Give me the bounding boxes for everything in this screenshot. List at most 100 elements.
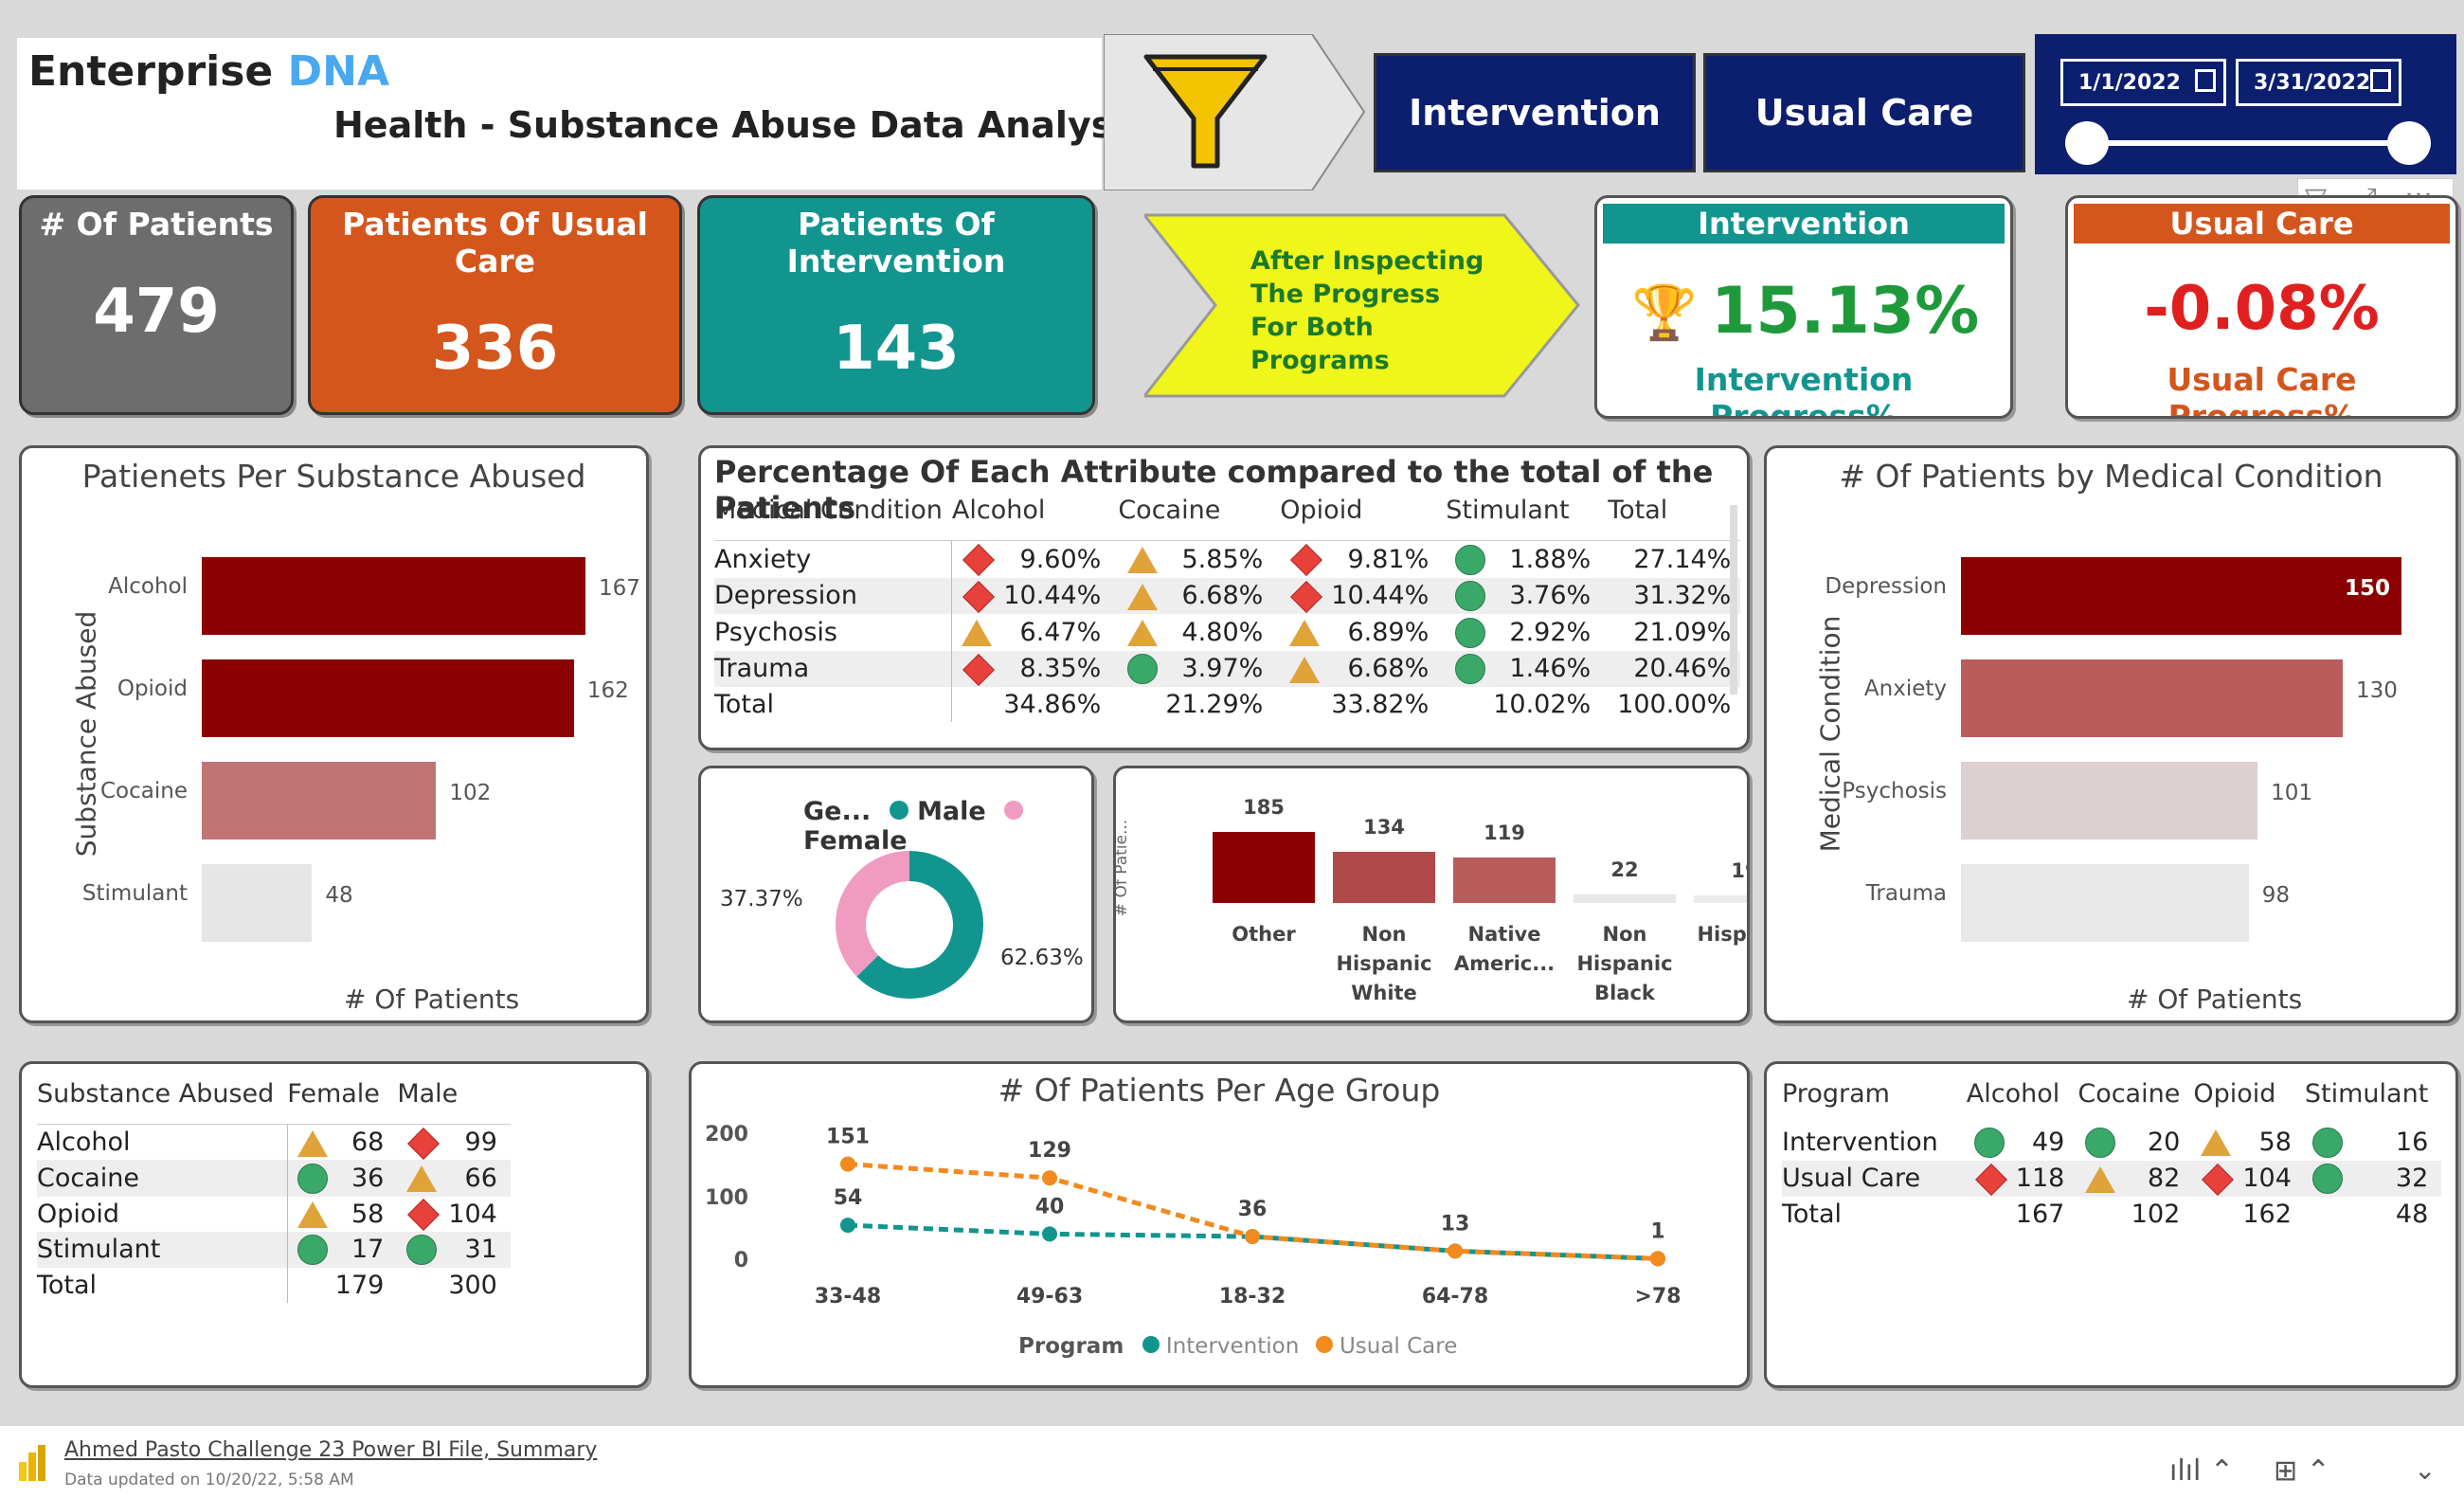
value-cell: 9.81% — [1347, 544, 1430, 574]
table-row: Alcohol 68 99 — [37, 1124, 511, 1161]
calendar-icon — [2195, 69, 2216, 92]
race-category-label: Hispanic — [1697, 923, 1747, 946]
indicator-cell — [1280, 614, 1327, 651]
bar-value-label: 167 — [599, 576, 640, 601]
value-cell: 104 — [448, 1199, 497, 1229]
high-indicator-icon — [1974, 1163, 2007, 1196]
indicator-cell — [287, 1125, 332, 1161]
visual-icons-menu[interactable]: ılıl ⌃ — [2169, 1454, 2234, 1488]
progress-header: Intervention — [1603, 204, 2005, 244]
x-tick-label: 33-48 — [815, 1285, 881, 1308]
indicator-cell — [2077, 1161, 2122, 1198]
substance-gender-table-card: Substance Abused Female Male Alcohol 68 99 Coc… — [19, 1061, 649, 1388]
calendar-icon — [2370, 69, 2391, 92]
usual-care-legend-label: Usual Care — [1339, 1334, 1458, 1359]
value-cell: 8.35% — [1019, 654, 1102, 684]
data-label: 13 — [1441, 1212, 1470, 1236]
row-label: Trauma — [714, 650, 953, 687]
table-row: Stimulant 17 31 — [37, 1231, 511, 1268]
value-cell: 49 — [2031, 1127, 2065, 1157]
bar — [1961, 762, 2258, 839]
indicator-cell — [2305, 1124, 2367, 1161]
kpi-label: # Of Patients — [39, 206, 274, 243]
value-cell: 66 — [464, 1163, 497, 1193]
intervention-patients-card: Patients Of Intervention 143 — [697, 195, 1095, 415]
race-bar — [1453, 857, 1556, 903]
column-header: Female — [287, 1079, 398, 1125]
column-header: Stimulant — [2304, 1079, 2429, 1109]
medium-indicator-icon — [1127, 547, 1159, 574]
table-row: Trauma 8.35% 3.97% 6.68% 1.46% 20.46% — [714, 650, 1741, 687]
data-label: 40 — [1035, 1195, 1065, 1218]
value-cell: 33.82% — [1331, 690, 1430, 719]
x-tick-label: >78 — [1634, 1285, 1681, 1308]
attribute-table: Medical Condition Alcohol Cocaine Opioid Sti… — [714, 496, 1741, 722]
spacer-cell — [397, 1268, 444, 1303]
usual-care-filter-button[interactable]: Usual Care — [1703, 53, 2025, 172]
race-bar — [1213, 832, 1315, 903]
x-tick-label: 18-32 — [1219, 1285, 1286, 1308]
chevron-down-icon[interactable]: ⌄ — [2414, 1454, 2436, 1486]
value-cell: 36 — [351, 1163, 385, 1193]
indicator-cell — [1118, 541, 1161, 578]
start-date-input[interactable]: 1/1/2022 — [2060, 59, 2226, 106]
powerbi-logo-icon — [19, 1445, 45, 1485]
value-cell: 102 — [2131, 1200, 2181, 1229]
y-tick-label: 0 — [734, 1249, 748, 1272]
indicator-cell — [1446, 614, 1489, 651]
male-percent-label: 62.63% — [1000, 946, 1084, 970]
race-bar — [1333, 851, 1435, 903]
age-group-line-chart-card: # Of Patients Per Age Group 200 100 0 33-48… — [689, 1061, 1750, 1388]
indicator-cell — [397, 1197, 444, 1232]
high-indicator-icon — [962, 544, 996, 577]
total-cell: 31.32% — [1633, 581, 1732, 611]
medium-indicator-icon — [1127, 620, 1159, 647]
chart-legend: Program Intervention Usual Care — [1018, 1334, 1457, 1359]
value-cell: 2.92% — [1509, 617, 1592, 647]
medium-indicator-icon — [297, 1201, 328, 1228]
race-category-label: Non Hispanic Black — [1576, 923, 1673, 1004]
value-cell: 1.88% — [1509, 544, 1592, 574]
data-label: 36 — [1238, 1198, 1268, 1221]
table-row: Intervention 49 20 58 16 — [1782, 1124, 2441, 1161]
table-scrollbar[interactable] — [1730, 505, 1737, 695]
race-value-label: 134 — [1363, 815, 1405, 839]
value-cell: 6.47% — [1019, 617, 1102, 647]
date-slider-start-handle[interactable] — [2065, 121, 2109, 165]
race-value-label: 19 — [1731, 859, 1747, 883]
intervention-legend-dot — [1142, 1336, 1160, 1353]
indicator-cell — [1118, 614, 1161, 651]
medium-indicator-icon — [1289, 656, 1321, 683]
row-label: Alcohol — [37, 1124, 288, 1160]
brand-main: Enterprise — [28, 47, 274, 96]
bar-value-label: 101 — [2271, 781, 2312, 805]
pages-menu-icon[interactable]: ⊞ ⌃ — [2274, 1454, 2330, 1488]
low-indicator-icon — [297, 1235, 328, 1265]
indicator-cell — [287, 1160, 332, 1197]
data-point — [1245, 1229, 1260, 1245]
total-cell: 27.14% — [1633, 544, 1732, 574]
start-date-value: 1/1/2022 — [2078, 71, 2181, 95]
low-indicator-icon — [1455, 617, 1486, 648]
bar-category-label: Anxiety — [1863, 677, 1947, 701]
data-point — [840, 1218, 855, 1234]
low-indicator-icon — [1455, 581, 1486, 611]
date-slider-end-handle[interactable] — [2387, 121, 2431, 165]
table-row: Depression 10.44% 6.68% 10.44% 3.76% 31.32% — [714, 577, 1741, 615]
race-value-label: 119 — [1484, 821, 1525, 844]
high-indicator-icon — [962, 653, 996, 686]
intervention-filter-button[interactable]: Intervention — [1374, 53, 1696, 172]
date-slider-track[interactable] — [2089, 140, 2411, 146]
substance-gender-table: Substance Abused Female Male Alcohol 68 99 Coc… — [37, 1079, 511, 1303]
indicator-cell — [1967, 1124, 2012, 1161]
data-point — [1448, 1243, 1463, 1259]
high-indicator-icon — [1290, 544, 1323, 577]
report-file-link[interactable]: Ahmed Pasto Challenge 23 Power BI File, … — [64, 1438, 597, 1462]
intervention-progress-card: Intervention 🏆 15.13% Intervention Progr… — [1594, 195, 2013, 419]
end-date-input[interactable]: 3/31/2022 — [2236, 59, 2401, 106]
bar-category-label: Psychosis — [1842, 779, 1947, 803]
indicator-cell — [1446, 578, 1489, 615]
bar-category-label: Depression — [1825, 574, 1947, 599]
race-category-label: Non Hispanic White — [1336, 923, 1432, 1004]
indicator-cell — [1280, 578, 1327, 615]
